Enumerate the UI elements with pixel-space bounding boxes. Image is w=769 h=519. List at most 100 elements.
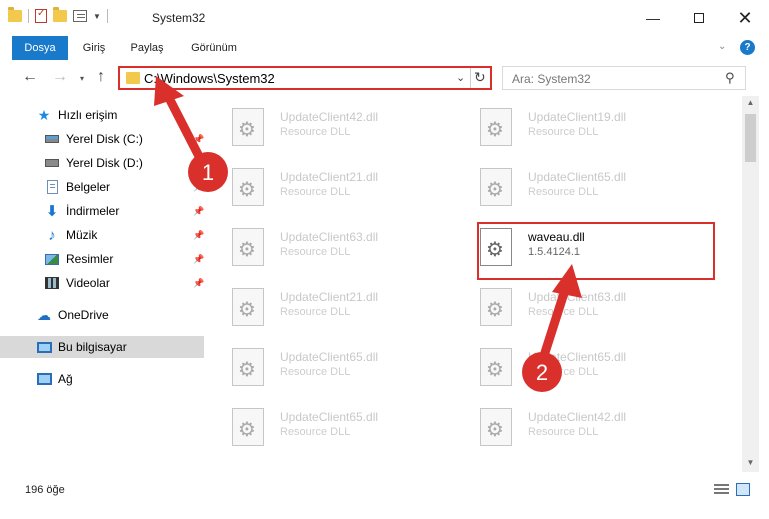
sidebar-item-label: Müzik <box>66 228 98 242</box>
file-item[interactable]: UpdateClient21.dll Resource DLL <box>210 160 446 210</box>
item-count: 196 öğe <box>25 484 65 496</box>
file-name: UpdateClient65.dll <box>280 350 379 364</box>
sidebar-item-label: Ağ <box>58 372 73 386</box>
file-item[interactable]: UpdateClient42.dll Resource DLL <box>210 100 446 150</box>
file-item[interactable]: UpdateClient65.dll Resource DLL <box>210 340 446 390</box>
back-button[interactable]: ← <box>22 68 38 86</box>
pin-icon[interactable]: 📌 <box>193 230 204 241</box>
tab-share[interactable]: Paylaş <box>122 36 172 60</box>
file-list[interactable]: UpdateClient42.dll Resource DLL UpdateCl… <box>210 96 742 472</box>
toolbar-separator <box>106 9 108 23</box>
sidebar-item-downloads[interactable]: ⬇ İndirmeler 📌 <box>0 200 205 222</box>
customize-toolbar-dropdown-icon[interactable]: ▼ <box>93 12 101 21</box>
file-item[interactable]: UpdateClient65.dll Resource DLL <box>458 340 694 390</box>
file-name: UpdateClient21.dll <box>280 170 379 184</box>
sidebar-item-music[interactable]: ♪ Müzik 📌 <box>0 224 204 246</box>
pin-icon[interactable]: 📌 <box>193 206 204 217</box>
sidebar-item-label: OneDrive <box>58 308 109 322</box>
navigation-pane: ★ Hızlı erişim Yerel Disk (C:) 📌 Yerel D… <box>0 96 210 472</box>
file-description: Resource DLL <box>528 426 599 438</box>
search-input[interactable]: Ara: System32 ⚲ <box>502 66 746 90</box>
maximize-icon <box>694 13 704 23</box>
tiles-view-icon[interactable] <box>736 483 750 496</box>
file-item[interactable]: UpdateClient42.dll Resource DLL <box>458 400 694 450</box>
drive-c-icon <box>44 132 60 146</box>
dll-file-icon <box>232 348 264 386</box>
ribbon-tabs: Dosya Giriş Paylaş Görünüm ⌄ ? <box>0 36 769 60</box>
scroll-down-icon[interactable]: ▼ <box>742 458 759 467</box>
window-title: System32 <box>152 11 206 25</box>
folder-icon <box>126 72 140 84</box>
sidebar-item-label: Hızlı erişim <box>58 108 118 122</box>
tab-file[interactable]: Dosya <box>12 36 68 60</box>
pin-icon[interactable]: 📌 <box>193 182 204 193</box>
this-pc-icon <box>36 340 52 354</box>
refresh-icon[interactable]: ↻ <box>474 69 486 86</box>
address-bar[interactable]: C:\Windows\System32 ⌄ ↻ <box>118 66 492 90</box>
view-options-icon[interactable] <box>73 10 87 22</box>
dll-file-icon <box>232 408 264 446</box>
minimize-button[interactable]: — <box>630 0 676 36</box>
search-icon[interactable]: ⚲ <box>725 70 735 86</box>
properties-icon[interactable] <box>35 8 47 23</box>
pin-icon[interactable]: 📌 <box>193 278 204 289</box>
file-item[interactable]: UpdateClient63.dll Resource DLL <box>210 220 446 270</box>
onedrive-icon: ☁ <box>37 306 51 323</box>
sidebar-item-pictures[interactable]: Resimler 📌 <box>0 248 204 270</box>
file-item[interactable]: UpdateClient19.dll Resource DLL <box>458 100 694 150</box>
dll-file-icon <box>480 168 512 206</box>
tab-view[interactable]: Görünüm <box>182 36 246 60</box>
file-description: Resource DLL <box>528 306 599 318</box>
sidebar-item-local-disk-d[interactable]: Yerel Disk (D:) <box>0 152 204 174</box>
sidebar-item-local-disk-c[interactable]: Yerel Disk (C:) 📌 <box>0 128 204 150</box>
file-name: UpdateClient65.dll <box>280 410 379 424</box>
ribbon-expand-icon[interactable]: ⌄ <box>718 41 726 52</box>
pin-icon[interactable]: 📌 <box>193 254 204 265</box>
sidebar-item-videos[interactable]: Videolar 📌 <box>0 272 204 294</box>
sidebar-item-label: Belgeler <box>66 180 111 194</box>
new-folder-icon[interactable] <box>53 7 67 22</box>
highlight-box-waveau <box>477 222 715 280</box>
sidebar-item-onedrive[interactable]: ☁ OneDrive <box>0 304 204 326</box>
address-path[interactable]: C:\Windows\System32 <box>144 71 275 86</box>
sidebar-item-label: Resimler <box>66 252 114 266</box>
scroll-up-icon[interactable]: ▲ <box>742 98 759 107</box>
file-description: Resource DLL <box>280 366 351 378</box>
dll-file-icon <box>232 168 264 206</box>
file-item[interactable]: UpdateClient21.dll Resource DLL <box>210 280 446 330</box>
forward-button[interactable]: → <box>52 68 68 86</box>
documents-icon <box>44 180 60 194</box>
title-bar: ▼ System32 — ✕ <box>0 0 769 36</box>
sidebar-item-this-pc[interactable]: Bu bilgisayar <box>0 336 204 358</box>
file-description: Resource DLL <box>280 426 351 438</box>
scrollbar-thumb[interactable] <box>745 114 756 162</box>
file-name: UpdateClient19.dll <box>528 110 627 124</box>
help-icon[interactable]: ? <box>740 40 755 55</box>
address-separator <box>470 68 471 88</box>
sidebar-item-documents[interactable]: Belgeler 📌 <box>0 176 204 198</box>
dll-file-icon <box>480 348 512 386</box>
sidebar-item-label: Videolar <box>66 276 110 290</box>
sidebar-item-quick-access[interactable]: ★ Hızlı erişim <box>0 104 204 126</box>
file-name: UpdateClient65.dll <box>528 350 627 364</box>
pin-icon[interactable]: 📌 <box>193 134 204 145</box>
sidebar-item-label: İndirmeler <box>66 204 120 218</box>
dll-file-icon <box>480 108 512 146</box>
maximize-button[interactable] <box>676 0 722 36</box>
sidebar-item-label: Yerel Disk (D:) <box>66 156 143 170</box>
file-item[interactable]: UpdateClient65.dll Resource DLL <box>458 160 694 210</box>
sidebar-item-network[interactable]: Ağ <box>0 368 204 390</box>
details-view-icon[interactable] <box>714 484 729 496</box>
file-description: Resource DLL <box>528 366 599 378</box>
up-button[interactable]: ↑ <box>97 68 105 86</box>
file-item[interactable]: UpdateClient63.dll Resource DLL <box>458 280 694 330</box>
recent-locations-dropdown-icon[interactable]: ▾ <box>80 74 84 83</box>
close-button[interactable]: ✕ <box>722 0 768 36</box>
file-description: Resource DLL <box>280 186 351 198</box>
dll-file-icon <box>480 288 512 326</box>
file-item[interactable]: UpdateClient65.dll Resource DLL <box>210 400 446 450</box>
vertical-scrollbar[interactable]: ▲ ▼ <box>742 96 759 472</box>
tab-home[interactable]: Giriş <box>74 36 114 60</box>
address-dropdown-icon[interactable]: ⌄ <box>456 71 465 84</box>
quick-access-toolbar: ▼ <box>8 7 108 23</box>
